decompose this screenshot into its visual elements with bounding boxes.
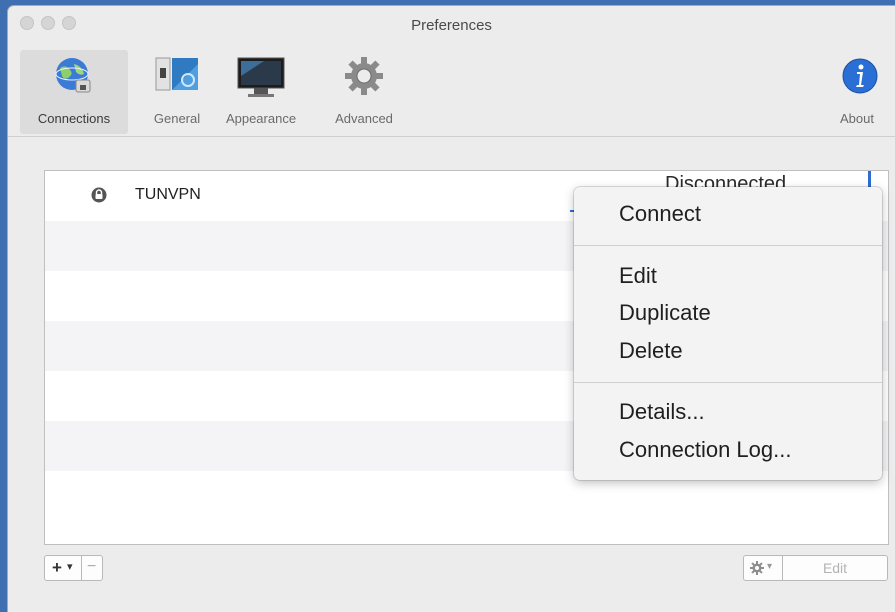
tab-advanced-label: Advanced [335,111,393,126]
edit-button-label: Edit [822,560,848,576]
action-menu-button[interactable]: ▾ [743,555,783,581]
menu-item-connection-log[interactable]: Connection Log... [619,437,791,463]
tab-general[interactable]: General [146,50,208,134]
chevron-down-icon: ▾ [767,561,773,572]
add-label: + [52,558,62,577]
chevron-down-icon: ▾ [67,561,73,573]
edit-connection-button[interactable]: Edit [782,555,888,581]
globe-network-icon [55,58,91,93]
gear-icon [750,561,764,575]
general-settings-icon [155,57,198,91]
display-monitor-icon [237,57,285,97]
menu-item-edit[interactable]: Edit [619,263,657,289]
menu-separator [574,382,882,383]
tab-appearance-label: Appearance [225,111,297,126]
lock-icon [91,187,107,203]
tab-appearance[interactable]: Appearance [216,50,306,134]
menu-item-connect[interactable]: Connect [619,201,701,227]
context-menu: Connect Edit Duplicate Delete Details...… [574,187,882,480]
window-title: Preferences [411,17,492,34]
tab-about[interactable]: About [840,50,895,134]
remove-label: − [87,558,97,575]
tab-connections[interactable]: Connections [20,50,128,134]
menu-separator [574,245,882,246]
remove-connection-button[interactable]: − [81,555,103,581]
title-bar: Preferences [8,6,895,44]
tab-about-label: About [840,111,874,126]
tab-advanced[interactable]: Advanced [320,50,408,134]
info-icon [842,58,878,94]
gear-icon [345,57,383,95]
tab-general-label: General [153,111,201,126]
menu-item-delete[interactable]: Delete [619,338,683,364]
menu-item-details[interactable]: Details... [619,399,705,425]
connection-name: TUNVPN [135,186,201,203]
tab-connections-label: Connections [37,111,111,126]
toolbar: Connections General Appearance Advanced … [8,44,895,137]
add-connection-button[interactable]: + ▾ [44,555,82,581]
menu-item-duplicate[interactable]: Duplicate [619,300,711,326]
